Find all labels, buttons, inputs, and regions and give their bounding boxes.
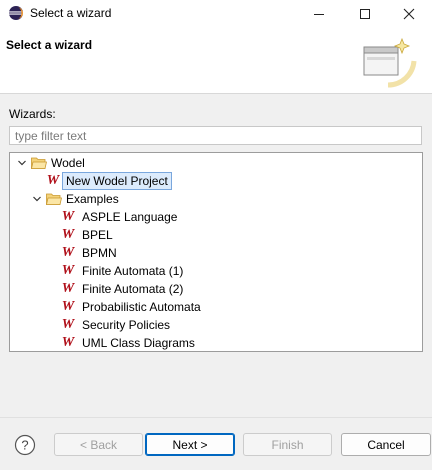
footer-divider xyxy=(0,417,432,418)
help-icon[interactable]: ? xyxy=(14,434,36,456)
wodel-icon: W xyxy=(61,245,75,260)
minimize-icon[interactable] xyxy=(296,0,342,27)
chevron-down-icon[interactable] xyxy=(16,157,28,169)
tree-item-label: ASPLE Language xyxy=(82,210,178,224)
tree-item-label: BPMN xyxy=(82,246,117,260)
finish-button[interactable]: Finish xyxy=(243,433,332,456)
tree-item-label: Finite Automata (2) xyxy=(82,282,184,296)
tree-item-label: New Wodel Project xyxy=(62,172,172,190)
wodel-icon: W xyxy=(61,335,75,350)
wodel-icon: W xyxy=(61,263,75,278)
wizard-tree[interactable]: Wodel W New Wodel Project Examples W ASP… xyxy=(9,152,423,352)
svg-text:?: ? xyxy=(21,438,28,453)
page-title: Select a wizard xyxy=(6,38,93,52)
tree-item-label: Wodel xyxy=(51,156,85,170)
tree-item-examples[interactable]: Examples xyxy=(10,190,422,208)
wizard-banner-icon xyxy=(358,35,418,89)
wodel-icon: W xyxy=(61,317,75,332)
folder-open-icon xyxy=(30,156,48,170)
back-button[interactable]: < Back xyxy=(54,433,143,456)
tree-item-example[interactable]: W Finite Automata (1) xyxy=(10,262,422,280)
tree-item-example[interactable]: W BPMN xyxy=(10,244,422,262)
wodel-icon: W xyxy=(61,281,75,296)
wodel-icon: W xyxy=(46,173,60,188)
folder-open-icon xyxy=(45,192,63,206)
close-icon[interactable] xyxy=(386,0,432,27)
tree-item-example[interactable]: W Finite Automata (2) xyxy=(10,280,422,298)
wizard-header: Select a wizard xyxy=(0,27,432,94)
tree-item-example[interactable]: W ASPLE Language xyxy=(10,208,422,226)
next-button[interactable]: Next > xyxy=(145,433,235,456)
filter-input[interactable] xyxy=(9,126,422,145)
tree-item-label: Security Policies xyxy=(82,318,171,332)
chevron-down-icon[interactable] xyxy=(31,193,43,205)
wodel-icon: W xyxy=(61,227,75,242)
eclipse-icon xyxy=(8,5,24,21)
wizards-label: Wizards: xyxy=(9,107,56,121)
tree-item-label: Finite Automata (1) xyxy=(82,264,184,278)
maximize-icon[interactable] xyxy=(342,0,388,27)
wodel-icon: W xyxy=(61,299,75,314)
tree-item-label: BPEL xyxy=(82,228,113,242)
tree-item-new-wodel-project[interactable]: W New Wodel Project xyxy=(10,172,422,190)
title-bar[interactable]: Select a wizard xyxy=(0,0,432,27)
tree-item-label: UML Class Diagrams xyxy=(82,336,195,350)
tree-item-example[interactable]: W UML Class Diagrams xyxy=(10,334,422,351)
window-title: Select a wizard xyxy=(30,6,112,20)
tree-item-example[interactable]: W Security Policies xyxy=(10,316,422,334)
tree-item-label: Examples xyxy=(66,192,119,206)
tree-item-example[interactable]: W Probabilistic Automata xyxy=(10,298,422,316)
tree-item-example[interactable]: W BPEL xyxy=(10,226,422,244)
wodel-icon: W xyxy=(61,209,75,224)
tree-item-label: Probabilistic Automata xyxy=(82,300,201,314)
tree-item-wodel[interactable]: Wodel xyxy=(10,154,422,172)
cancel-button[interactable]: Cancel xyxy=(341,433,431,456)
